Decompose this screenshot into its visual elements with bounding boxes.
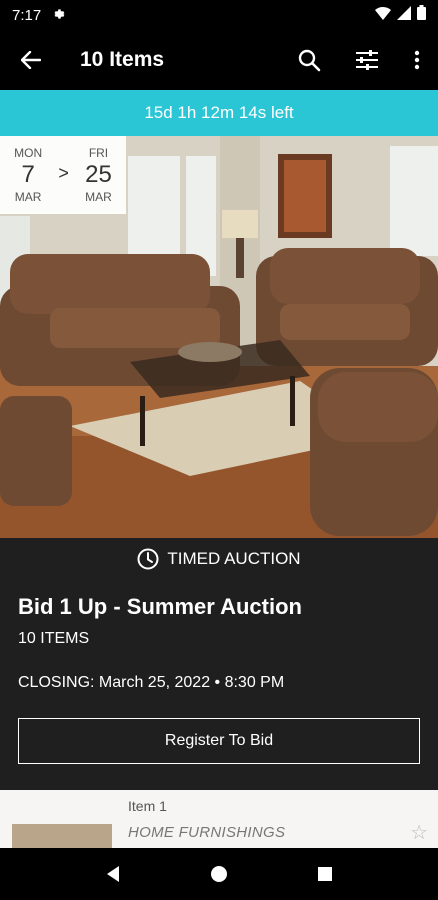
signal-icon bbox=[397, 5, 411, 25]
auction-info-panel: TIMED AUCTION Bid 1 Up - Summer Auction … bbox=[0, 538, 438, 790]
auction-date-range: MON 7 MAR > FRI 25 MAR bbox=[0, 136, 126, 214]
item-count: 10 ITEMS bbox=[18, 630, 90, 647]
status-indicators bbox=[375, 5, 426, 25]
more-vert-icon bbox=[414, 50, 420, 70]
end-month: MAR bbox=[85, 190, 112, 204]
favorite-star-icon[interactable]: ☆ bbox=[410, 820, 428, 845]
item-number: Item 1 bbox=[128, 798, 167, 814]
recents-square-icon bbox=[318, 867, 332, 881]
item-thumbnail bbox=[12, 824, 112, 848]
clock-icon bbox=[137, 548, 159, 570]
system-navigation-bar bbox=[0, 848, 438, 900]
filter-button[interactable] bbox=[338, 30, 396, 90]
auction-title: Bid 1 Up - Summer Auction bbox=[18, 594, 302, 619]
status-bar: 7:17 bbox=[0, 0, 438, 30]
battery-icon bbox=[417, 5, 426, 25]
start-month: MAR bbox=[14, 190, 42, 204]
register-to-bid-button[interactable]: Register To Bid bbox=[18, 718, 420, 764]
settings-status-icon bbox=[51, 7, 65, 24]
nav-recents-button[interactable] bbox=[305, 854, 345, 894]
item-category: HOME FURNISHINGS bbox=[128, 824, 286, 841]
item-list: Item 1 HOME FURNISHINGS ☆ bbox=[0, 790, 438, 848]
page-title: 10 Items bbox=[80, 48, 165, 71]
end-day: 25 bbox=[85, 161, 112, 188]
date-separator: > bbox=[58, 162, 69, 183]
time-remaining-banner: 15d 1h 12m 14s left bbox=[0, 90, 438, 136]
auction-type-row: TIMED AUCTION bbox=[0, 538, 438, 580]
status-time: 7:17 bbox=[12, 6, 42, 24]
more-options-button[interactable] bbox=[396, 30, 438, 90]
search-button[interactable] bbox=[280, 30, 338, 90]
closing-date: CLOSING: March 25, 2022 • 8:30 PM bbox=[18, 674, 285, 691]
nav-home-button[interactable] bbox=[199, 854, 239, 894]
back-arrow-icon bbox=[21, 51, 41, 69]
auction-type-label: TIMED AUCTION bbox=[167, 549, 301, 568]
app-bar: 10 Items bbox=[0, 30, 438, 90]
tune-icon bbox=[356, 50, 378, 70]
wifi-icon bbox=[375, 6, 391, 25]
start-date: MON 7 MAR bbox=[14, 146, 42, 204]
start-day-of-week: MON bbox=[14, 146, 43, 160]
home-circle-icon bbox=[211, 866, 227, 882]
back-triangle-icon bbox=[107, 866, 119, 882]
nav-back-button[interactable] bbox=[93, 854, 133, 894]
end-date: FRI 25 MAR bbox=[85, 146, 112, 204]
start-day: 7 bbox=[21, 161, 35, 188]
end-day-of-week: FRI bbox=[88, 146, 109, 160]
back-button[interactable] bbox=[0, 30, 62, 90]
search-icon bbox=[298, 49, 321, 72]
